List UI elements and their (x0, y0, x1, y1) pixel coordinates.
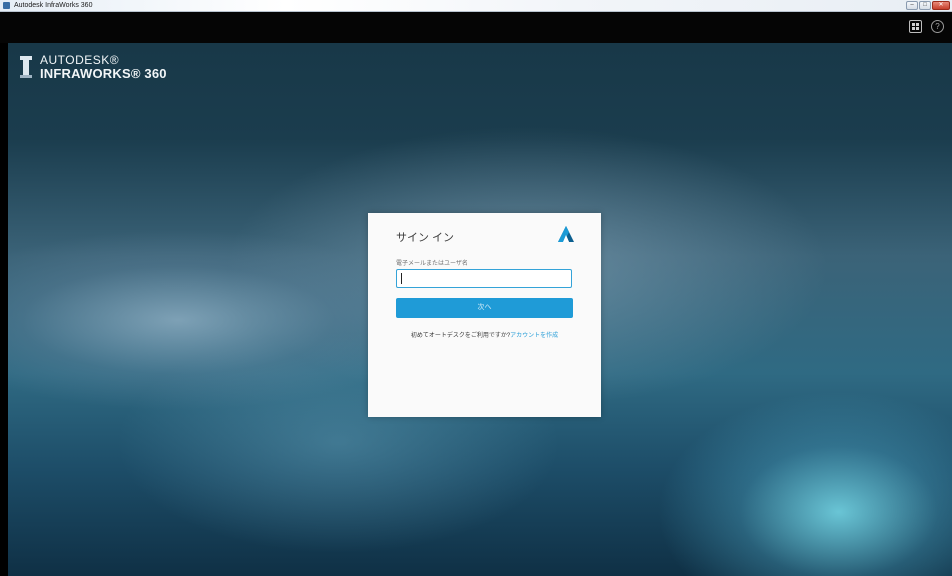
email-field[interactable] (396, 269, 572, 288)
sign-in-card: サイン イン 電子メールまたはユーザ名 次へ 初めてオートデスクをご利用ですか?… (368, 213, 601, 417)
window-title: Autodesk InfraWorks 360 (14, 2, 93, 9)
grid-cell (912, 27, 915, 30)
minimize-button[interactable]: – (906, 1, 918, 10)
window-controls: – □ ✕ (906, 1, 950, 10)
window-titlebar[interactable]: Autodesk InfraWorks 360 – □ ✕ (0, 0, 952, 12)
create-account-prompt: 初めてオートデスクをご利用ですか?アカウントを作成 (368, 330, 601, 339)
new-user-prompt: 初めてオートデスクをご利用ですか? (410, 333, 511, 339)
brand-company: AUTODESK® (40, 53, 120, 67)
email-field-label: 電子メールまたはユーザ名 (396, 261, 468, 267)
create-account-link[interactable]: アカウントを作成 (510, 333, 558, 339)
brand-product: INFRAWORKS® 360 (40, 66, 167, 81)
maximize-button[interactable]: □ (919, 1, 931, 10)
sign-in-title: サイン イン (396, 232, 455, 244)
grid-cell (912, 23, 915, 26)
app-window: Autodesk InfraWorks 360 – □ ✕ ? AUTODESK… (0, 0, 952, 576)
close-button[interactable]: ✕ (932, 1, 950, 10)
grid-cell (916, 23, 919, 26)
next-button[interactable]: 次へ (396, 298, 573, 318)
product-brand: AUTODESK® INFRAWORKS® 360 (20, 54, 167, 80)
infraworks-logo-icon (20, 56, 32, 78)
grid-cell (916, 27, 919, 30)
product-name: AUTODESK® INFRAWORKS® 360 (40, 54, 167, 80)
app-icon (3, 2, 10, 9)
help-icon[interactable]: ? (931, 20, 944, 33)
app-top-bar: ? (0, 12, 952, 43)
text-caret (401, 273, 402, 284)
autodesk-logo-icon (558, 226, 574, 242)
grid-icon[interactable] (909, 20, 922, 33)
